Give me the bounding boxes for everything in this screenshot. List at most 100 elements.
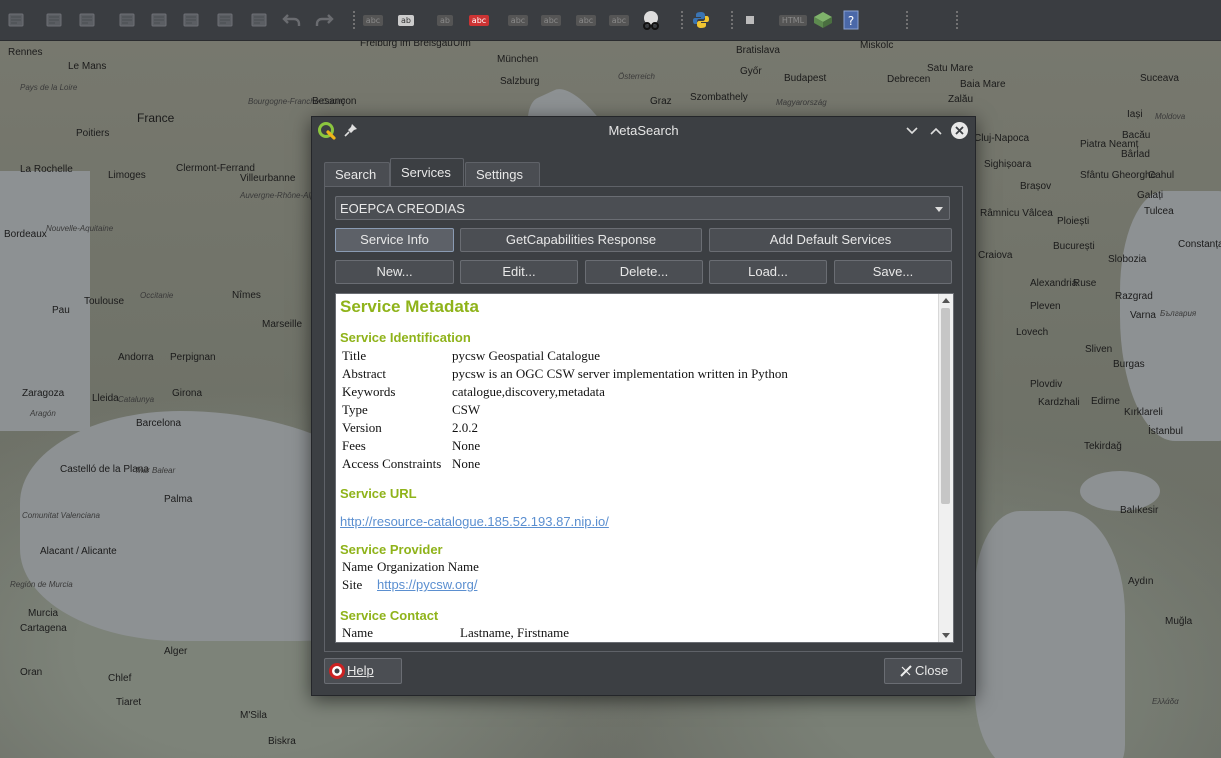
add-record-icon-glyph bbox=[46, 13, 62, 27]
map-place-label: Szombathely bbox=[690, 92, 748, 103]
map-place-label: Oran bbox=[20, 667, 43, 678]
add-default-services-button[interactable]: Add Default Services bbox=[709, 228, 952, 252]
map-place-label: Alexandria bbox=[1030, 278, 1078, 289]
toolbar-separator[interactable] bbox=[352, 10, 356, 30]
html-icon[interactable]: HTML bbox=[778, 9, 808, 31]
new-service-button[interactable]: New... bbox=[335, 260, 454, 284]
html-icon-glyph: HTML bbox=[778, 14, 808, 26]
copy-features-icon[interactable] bbox=[214, 9, 236, 31]
label-move-icon[interactable]: abc bbox=[540, 9, 562, 31]
edit-service-button[interactable]: Edit... bbox=[460, 260, 578, 284]
scroll-down-icon[interactable] bbox=[942, 633, 950, 638]
map-place-label: Baia Mare bbox=[960, 79, 1006, 90]
label-rotate-icon[interactable]: abc bbox=[575, 9, 597, 31]
identification-value: pycsw Geospatial Catalogue bbox=[452, 348, 601, 363]
tab-settings[interactable]: Settings bbox=[465, 162, 540, 187]
aegean-sea bbox=[975, 511, 1125, 758]
save-edits-icon[interactable] bbox=[5, 9, 27, 31]
close-window-button[interactable] bbox=[951, 122, 968, 139]
delete-service-button[interactable]: Delete... bbox=[585, 260, 703, 284]
map-place-label: Muğla bbox=[1165, 616, 1193, 627]
identification-value: None bbox=[452, 438, 481, 453]
label-rotate-icon-glyph: abc bbox=[575, 14, 597, 26]
dialog-titlebar[interactable]: MetaSearch bbox=[312, 117, 975, 145]
dialog-title: MetaSearch bbox=[608, 123, 679, 138]
map-place-label: Lovech bbox=[1016, 327, 1049, 338]
copy-features-icon-glyph bbox=[217, 13, 233, 27]
digitize-icon[interactable] bbox=[76, 9, 98, 31]
metadata-scrollbar[interactable] bbox=[938, 294, 953, 642]
map-place-label: Región de Murcia bbox=[10, 580, 73, 589]
map-place-label: Nîmes bbox=[232, 290, 261, 301]
map-place-label: Magyarország bbox=[776, 98, 827, 107]
save-services-button[interactable]: Save... bbox=[834, 260, 952, 284]
service-select[interactable]: EOEPCA CREODIAS bbox=[335, 196, 950, 220]
map-place-label: Graz bbox=[650, 96, 672, 107]
python-icon[interactable] bbox=[690, 9, 712, 31]
metasearch-icon-glyph bbox=[651, 22, 659, 30]
delete-selected-icon[interactable] bbox=[148, 9, 170, 31]
identification-key: Version bbox=[342, 420, 382, 435]
cut-features-icon-glyph bbox=[183, 13, 199, 27]
digitize-icon-glyph bbox=[79, 13, 95, 27]
label-abc-icon-glyph: abc bbox=[362, 14, 384, 26]
paste-features-icon[interactable] bbox=[248, 9, 270, 31]
map-place-label: Palma bbox=[164, 494, 193, 505]
label-show-icon[interactable]: abc bbox=[507, 9, 529, 31]
label-highlight-icon[interactable]: ab bbox=[434, 9, 456, 31]
label-change-icon[interactable]: abc bbox=[608, 9, 630, 31]
map-place-label: Biskra bbox=[268, 736, 296, 747]
scrollbar-thumb[interactable] bbox=[941, 308, 950, 504]
identification-value: None bbox=[452, 456, 481, 471]
service-metadata-view[interactable]: Service Metadata Service Identification … bbox=[335, 293, 954, 643]
atlas-icon-glyph bbox=[814, 12, 832, 28]
vertex-tool-icon[interactable] bbox=[116, 9, 138, 31]
cut-features-icon[interactable] bbox=[180, 9, 202, 31]
help-icon-glyph: ? bbox=[848, 14, 854, 28]
atlas-icon[interactable] bbox=[812, 9, 834, 31]
contact-name-value: Lastname, Firstname bbox=[460, 625, 570, 640]
identification-heading: Service Identification bbox=[340, 330, 471, 345]
tab-search[interactable]: Search bbox=[324, 162, 390, 187]
map-place-label: Ελλάδα bbox=[1152, 697, 1179, 706]
tab-services[interactable]: Services bbox=[390, 158, 464, 188]
metasearch-icon[interactable] bbox=[640, 9, 662, 31]
service-url-link[interactable]: http://resource-catalogue.185.52.193.87.… bbox=[340, 514, 609, 529]
label-pin-icon[interactable]: ab bbox=[395, 9, 417, 31]
map-place-label: M'Sila bbox=[240, 710, 267, 721]
lifebuoy-icon bbox=[329, 663, 345, 679]
add-record-icon[interactable] bbox=[43, 9, 65, 31]
provider-heading: Service Provider bbox=[340, 542, 443, 557]
label-abc-icon[interactable]: abc bbox=[362, 9, 384, 31]
metasearch-icon-glyph bbox=[643, 11, 659, 30]
load-services-button[interactable]: Load... bbox=[709, 260, 827, 284]
toolbar-separator[interactable] bbox=[955, 10, 959, 30]
label-pin-icon-glyph: ab bbox=[398, 14, 414, 26]
map-place-label: Zaragoza bbox=[22, 388, 65, 399]
paste-features-icon-glyph bbox=[251, 13, 267, 27]
main-toolbar: abc ab ab abc abc abc abc abc HTML? bbox=[0, 0, 1221, 41]
help-button[interactable]: Help bbox=[324, 658, 402, 684]
minimize-button[interactable] bbox=[902, 121, 922, 141]
map-place-label: Occitanie bbox=[140, 291, 174, 300]
provider-name-label: Name bbox=[342, 559, 374, 574]
service-info-button[interactable]: Service Info bbox=[335, 228, 454, 252]
toolbar-separator[interactable] bbox=[680, 10, 684, 30]
label-red-abc-icon[interactable]: abc bbox=[468, 9, 490, 31]
map-place-label: Chlef bbox=[108, 673, 132, 684]
redo-icon[interactable] bbox=[313, 9, 335, 31]
identification-key: Access Constraints bbox=[342, 456, 442, 471]
toolbar-separator[interactable] bbox=[905, 10, 909, 30]
undo-icon[interactable] bbox=[281, 9, 303, 31]
toolbar-separator[interactable] bbox=[730, 10, 734, 30]
map-place-label: Budapest bbox=[784, 73, 827, 84]
provider-site-link[interactable]: https://pycsw.org/ bbox=[377, 577, 477, 592]
getcapabilities-response-button[interactable]: GetCapabilities Response bbox=[460, 228, 702, 252]
maximize-button[interactable] bbox=[926, 121, 946, 141]
map-place-label: Brașov bbox=[1020, 181, 1052, 192]
help-icon[interactable]: ? bbox=[840, 9, 862, 31]
map-place-label: Kardzhali bbox=[1038, 397, 1080, 408]
close-button[interactable]: Close bbox=[884, 658, 962, 684]
scroll-up-icon[interactable] bbox=[942, 298, 950, 303]
plugin-icon[interactable] bbox=[739, 9, 761, 31]
